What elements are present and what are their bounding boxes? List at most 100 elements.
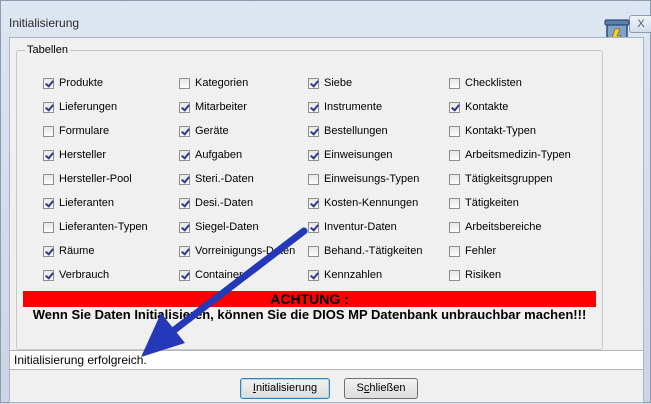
checkbox-item[interactable]: Lieferanten-Typen bbox=[43, 220, 148, 234]
checkbox-checked[interactable] bbox=[308, 77, 319, 89]
checkbox-item[interactable]: Siegel-Daten bbox=[179, 220, 259, 234]
checkbox-unchecked[interactable] bbox=[449, 269, 460, 281]
checkbox-item[interactable]: Siebe bbox=[308, 76, 352, 90]
checkbox-item[interactable]: Produkte bbox=[43, 76, 103, 90]
checkbox-item[interactable]: Behand.-Tätigkeiten bbox=[308, 244, 422, 258]
checkbox-item[interactable]: Inventur-Daten bbox=[308, 220, 397, 234]
checkbox-label: Hersteller bbox=[59, 149, 107, 161]
tables-groupbox: Tabellen Produkte Kategorien Siebe Checklis… bbox=[16, 44, 603, 350]
checkbox-checked[interactable] bbox=[43, 149, 54, 161]
checkbox-checked[interactable] bbox=[308, 221, 319, 233]
checkbox-checked[interactable] bbox=[179, 101, 190, 113]
checkbox-checked[interactable] bbox=[179, 221, 190, 233]
checkbox-label: Tätigkeiten bbox=[465, 197, 519, 209]
checkbox-label: Lieferungen bbox=[59, 101, 118, 113]
checkbox-unchecked[interactable] bbox=[449, 173, 460, 185]
checkbox-checked[interactable] bbox=[179, 149, 190, 161]
close-icon: X bbox=[637, 18, 645, 30]
initialize-button[interactable]: Initialisierung bbox=[240, 378, 330, 399]
checkbox-label: Kennzahlen bbox=[324, 269, 383, 281]
checkbox-unchecked[interactable] bbox=[308, 245, 319, 257]
close-dialog-button[interactable]: Schließen bbox=[344, 378, 418, 399]
checkbox-unchecked[interactable] bbox=[43, 221, 54, 233]
checkbox-item[interactable]: Arbeitsmedizin-Typen bbox=[449, 148, 571, 162]
checkbox-checked[interactable] bbox=[179, 173, 190, 185]
checkbox-label: Instrumente bbox=[324, 101, 383, 113]
checkbox-unchecked[interactable] bbox=[449, 125, 460, 137]
checkbox-item[interactable]: Tätigkeiten bbox=[449, 196, 519, 210]
checkbox-label: Behand.-Tätigkeiten bbox=[324, 245, 423, 257]
checkbox-unchecked[interactable] bbox=[449, 197, 460, 209]
checkbox-item[interactable]: Risiken bbox=[449, 268, 501, 282]
checkbox-item[interactable]: Bestellungen bbox=[308, 124, 388, 138]
checkbox-checked[interactable] bbox=[43, 101, 54, 113]
checkbox-item[interactable]: Lieferungen bbox=[43, 100, 117, 114]
title-bar: Initialisierung X bbox=[1, 1, 651, 37]
checkbox-item[interactable]: Arbeitsbereiche bbox=[449, 220, 541, 234]
checkbox-item[interactable]: Hersteller-Pool bbox=[43, 172, 132, 186]
checkbox-item[interactable]: Kontakte bbox=[449, 100, 508, 114]
checkbox-checked[interactable] bbox=[179, 269, 190, 281]
checkbox-item[interactable]: Desi.-Daten bbox=[179, 196, 253, 210]
checkbox-item[interactable]: Steri.-Daten bbox=[179, 172, 254, 186]
checkbox-item[interactable]: Kosten-Kennungen bbox=[308, 196, 418, 210]
checkbox-unchecked[interactable] bbox=[449, 245, 460, 257]
checkbox-checked[interactable] bbox=[308, 101, 319, 113]
warning-message: Wenn Sie Daten Initialisieren, können Si… bbox=[32, 307, 587, 322]
checkbox-item[interactable]: Tätigkeitsgruppen bbox=[449, 172, 552, 186]
checkbox-item[interactable]: Vorreinigungs-Daten bbox=[179, 244, 295, 258]
checkbox-checked[interactable] bbox=[43, 269, 54, 281]
checkbox-item[interactable]: Räume bbox=[43, 244, 94, 258]
checkbox-checked[interactable] bbox=[308, 125, 319, 137]
checkbox-item[interactable]: Geräte bbox=[179, 124, 229, 138]
checkbox-unchecked[interactable] bbox=[449, 149, 460, 161]
checkbox-item[interactable]: Kategorien bbox=[179, 76, 248, 90]
checkbox-item[interactable]: Kennzahlen bbox=[308, 268, 382, 282]
checkbox-checked[interactable] bbox=[43, 77, 54, 89]
close-button[interactable]: X bbox=[629, 15, 651, 33]
checkbox-unchecked[interactable] bbox=[449, 221, 460, 233]
close-label-rest: hließen bbox=[369, 382, 406, 394]
checkbox-label: Arbeitsbereiche bbox=[465, 221, 542, 233]
checkbox-label: Arbeitsmedizin-Typen bbox=[465, 149, 571, 161]
checkbox-checked[interactable] bbox=[43, 245, 54, 257]
checkbox-item[interactable]: Kontakt-Typen bbox=[449, 124, 536, 138]
checkbox-checked[interactable] bbox=[179, 245, 190, 257]
checkbox-item[interactable]: Fehler bbox=[449, 244, 496, 258]
checkbox-label: Tätigkeitsgruppen bbox=[465, 173, 553, 185]
checkbox-item[interactable]: Formulare bbox=[43, 124, 109, 138]
checkbox-checked[interactable] bbox=[308, 197, 319, 209]
checkbox-unchecked[interactable] bbox=[43, 173, 54, 185]
checkbox-checked[interactable] bbox=[308, 269, 319, 281]
checkbox-label: Geräte bbox=[195, 125, 229, 137]
status-bar: Initialisierung erfolgreich. bbox=[10, 350, 643, 370]
checkbox-unchecked[interactable] bbox=[179, 77, 190, 89]
warning-banner: ACHTUNG : bbox=[23, 291, 596, 307]
checkbox-item[interactable]: Checklisten bbox=[449, 76, 522, 90]
dialog-window: Initialisierung X Tabellen Produkte Kateg… bbox=[0, 0, 651, 403]
checkbox-item[interactable]: Aufgaben bbox=[179, 148, 242, 162]
checkbox-checked[interactable] bbox=[43, 197, 54, 209]
checkbox-label: Inventur-Daten bbox=[324, 221, 397, 233]
checkbox-unchecked[interactable] bbox=[449, 77, 460, 89]
checkbox-item[interactable]: Einweisungen bbox=[308, 148, 393, 162]
checkbox-item[interactable]: Instrumente bbox=[308, 100, 382, 114]
status-text: Initialisierung erfolgreich. bbox=[14, 353, 147, 367]
checkbox-item[interactable]: Verbrauch bbox=[43, 268, 109, 282]
checkbox-item[interactable]: Mitarbeiter bbox=[179, 100, 247, 114]
checkbox-checked[interactable] bbox=[308, 149, 319, 161]
checkbox-label: Produkte bbox=[59, 77, 104, 89]
checkbox-item[interactable]: Einweisungs-Typen bbox=[308, 172, 419, 186]
dialog-client: Tabellen Produkte Kategorien Siebe Checklis… bbox=[9, 37, 644, 403]
checkbox-label: Steri.-Daten bbox=[195, 173, 254, 185]
window-title: Initialisierung bbox=[9, 16, 80, 30]
checkbox-label: Kategorien bbox=[195, 77, 249, 89]
checkbox-checked[interactable] bbox=[179, 197, 190, 209]
checkbox-checked[interactable] bbox=[449, 101, 460, 113]
checkbox-item[interactable]: Container bbox=[179, 268, 243, 282]
checkbox-checked[interactable] bbox=[179, 125, 190, 137]
checkbox-unchecked[interactable] bbox=[43, 125, 54, 137]
checkbox-item[interactable]: Hersteller bbox=[43, 148, 106, 162]
checkbox-unchecked[interactable] bbox=[308, 173, 319, 185]
checkbox-item[interactable]: Lieferanten bbox=[43, 196, 114, 210]
